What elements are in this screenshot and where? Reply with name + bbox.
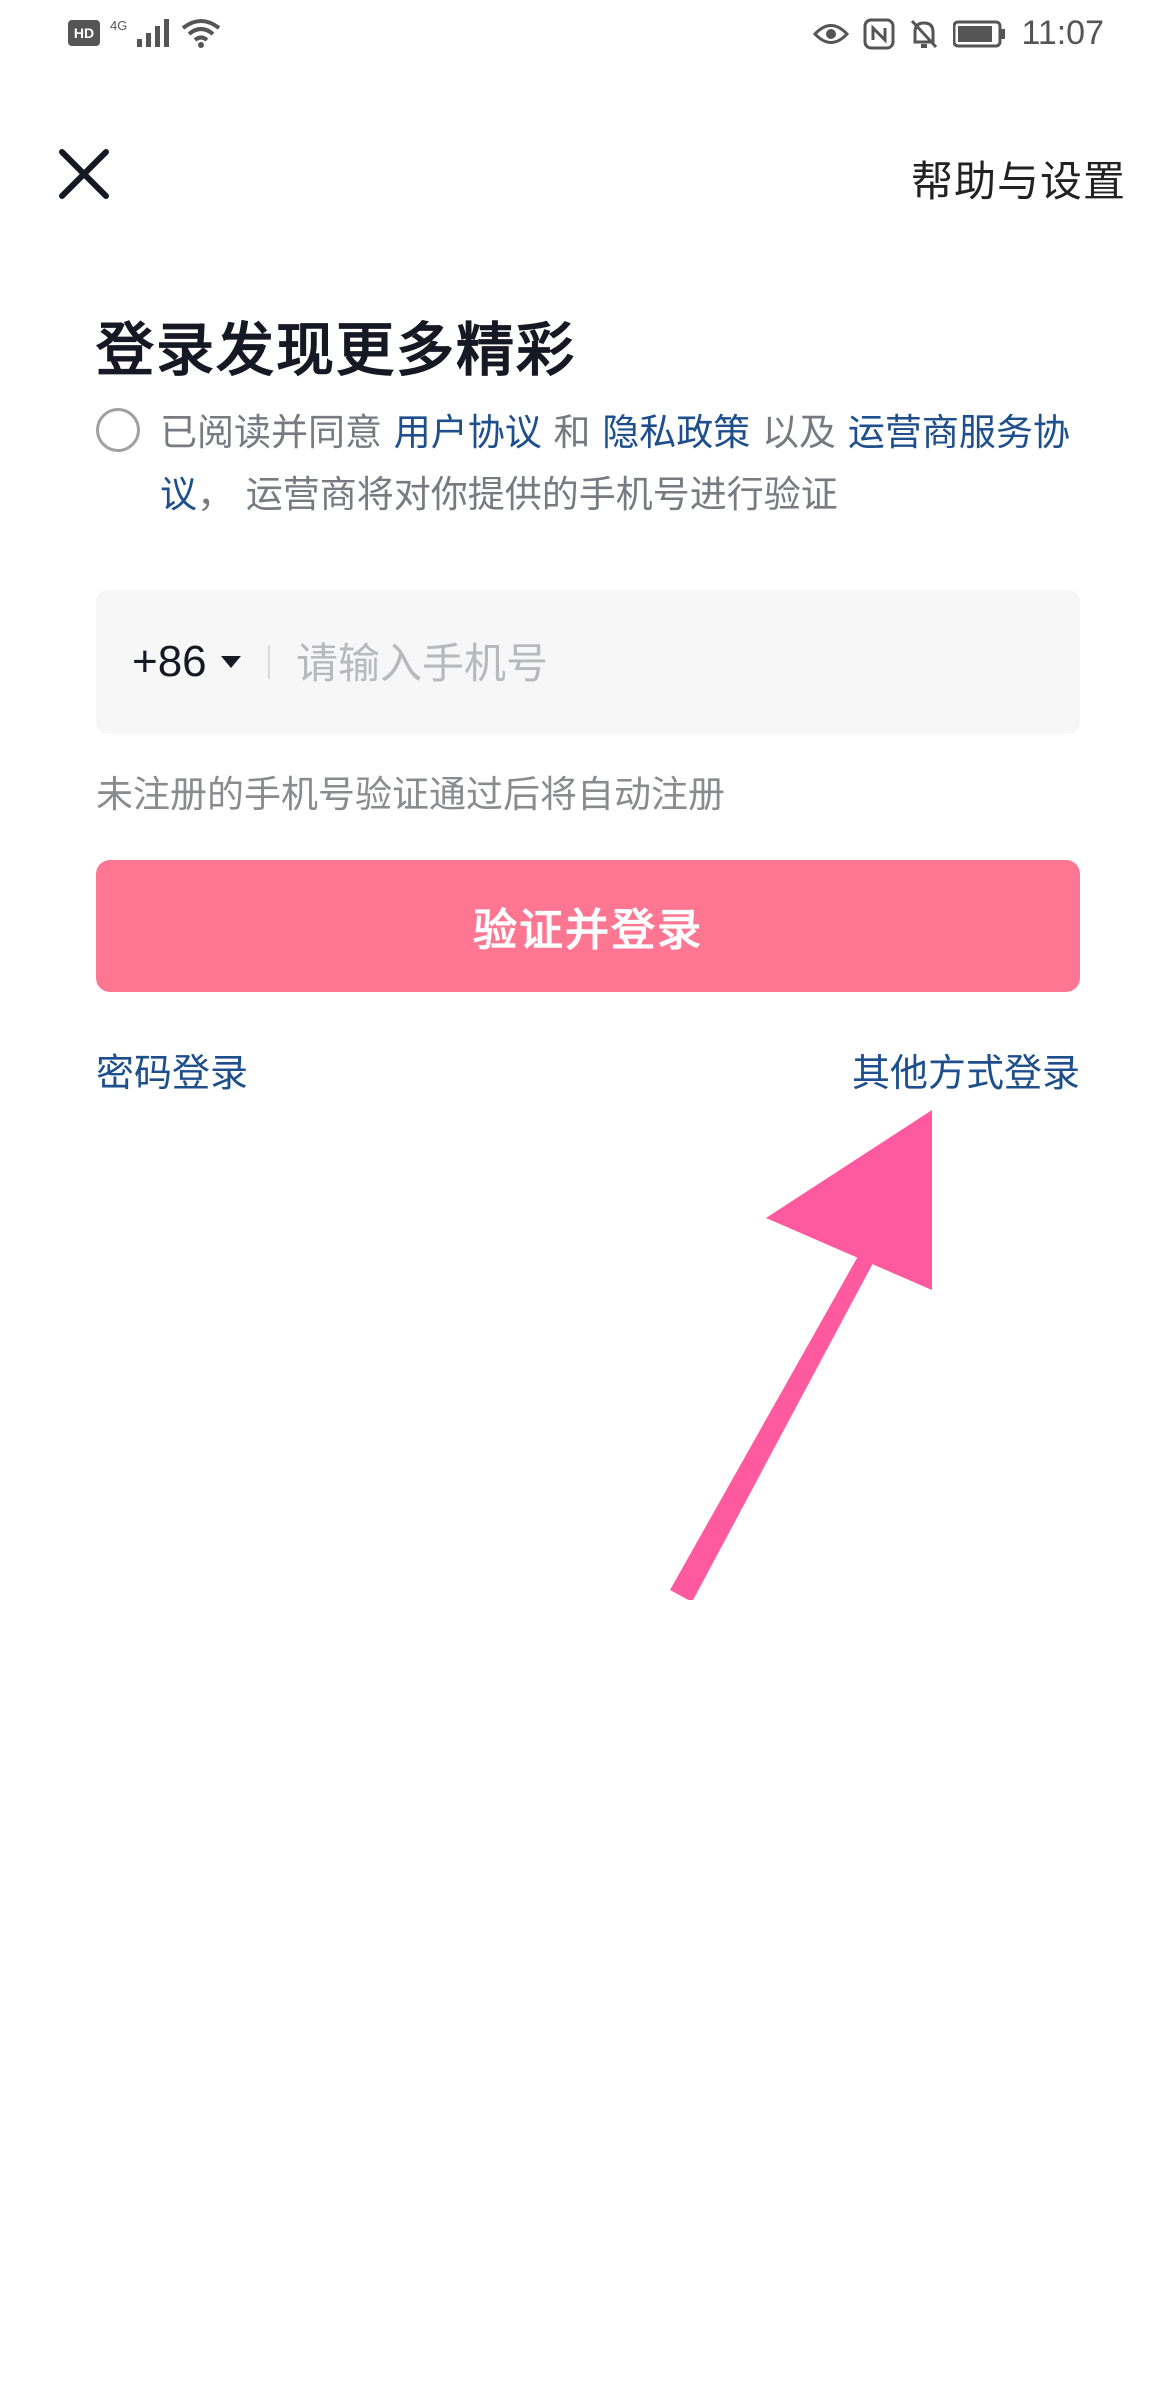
login-page: HD 4G 11:07 帮助与设置 登录发现更多精彩 已阅读并同意 用户协议 和… xyxy=(0,0,1176,2400)
eye-icon xyxy=(813,23,850,44)
agreement-checkbox[interactable] xyxy=(96,408,140,452)
status-right: 11:07 xyxy=(813,14,1104,53)
status-bar: HD 4G 11:07 xyxy=(0,0,1176,72)
close-icon xyxy=(59,149,109,199)
country-code: +86 xyxy=(132,637,207,686)
page-title: 登录发现更多精彩 xyxy=(96,316,577,384)
user-agreement-link[interactable]: 用户协议 xyxy=(394,411,542,454)
agreement-text: 已阅读并同意 用户协议 和 隐私政策 以及 运营商服务协议， 运营商将对你提供的… xyxy=(160,402,1080,526)
password-login-link[interactable]: 密码登录 xyxy=(96,1042,248,1097)
nfc-icon xyxy=(863,18,895,49)
wifi-icon xyxy=(182,19,221,48)
help-settings-link[interactable]: 帮助与设置 xyxy=(911,148,1126,209)
close-button[interactable] xyxy=(56,146,112,202)
status-left: HD 4G xyxy=(68,18,221,48)
privacy-policy-link[interactable]: 隐私政策 xyxy=(602,411,750,454)
network-label: 4G xyxy=(110,17,128,33)
input-divider xyxy=(268,645,270,679)
phone-number-input[interactable] xyxy=(294,590,1058,736)
battery-icon xyxy=(953,20,1006,47)
country-code-select[interactable]: +86 xyxy=(132,590,241,734)
agreement-prefix: 已阅读并同意 xyxy=(160,411,394,454)
hd-badge: HD xyxy=(68,20,100,46)
dropdown-arrow-icon xyxy=(220,656,241,668)
pointer-arrow-icon xyxy=(670,1110,932,1600)
agreement-suffix: ， 运营商将对你提供的手机号进行验证 xyxy=(197,473,838,516)
agreement-and-also: 以及 xyxy=(750,411,848,454)
phone-input-box: +86 xyxy=(96,590,1080,736)
agreement-and: 和 xyxy=(541,411,603,454)
other-login-link[interactable]: 其他方式登录 xyxy=(852,1042,1080,1097)
clock: 11:07 xyxy=(1021,14,1104,52)
verify-login-button[interactable]: 验证并登录 xyxy=(96,860,1080,992)
bell-off-icon xyxy=(911,19,938,48)
signal-icon xyxy=(137,19,170,47)
auto-register-hint: 未注册的手机号验证通过后将自动注册 xyxy=(96,773,725,816)
